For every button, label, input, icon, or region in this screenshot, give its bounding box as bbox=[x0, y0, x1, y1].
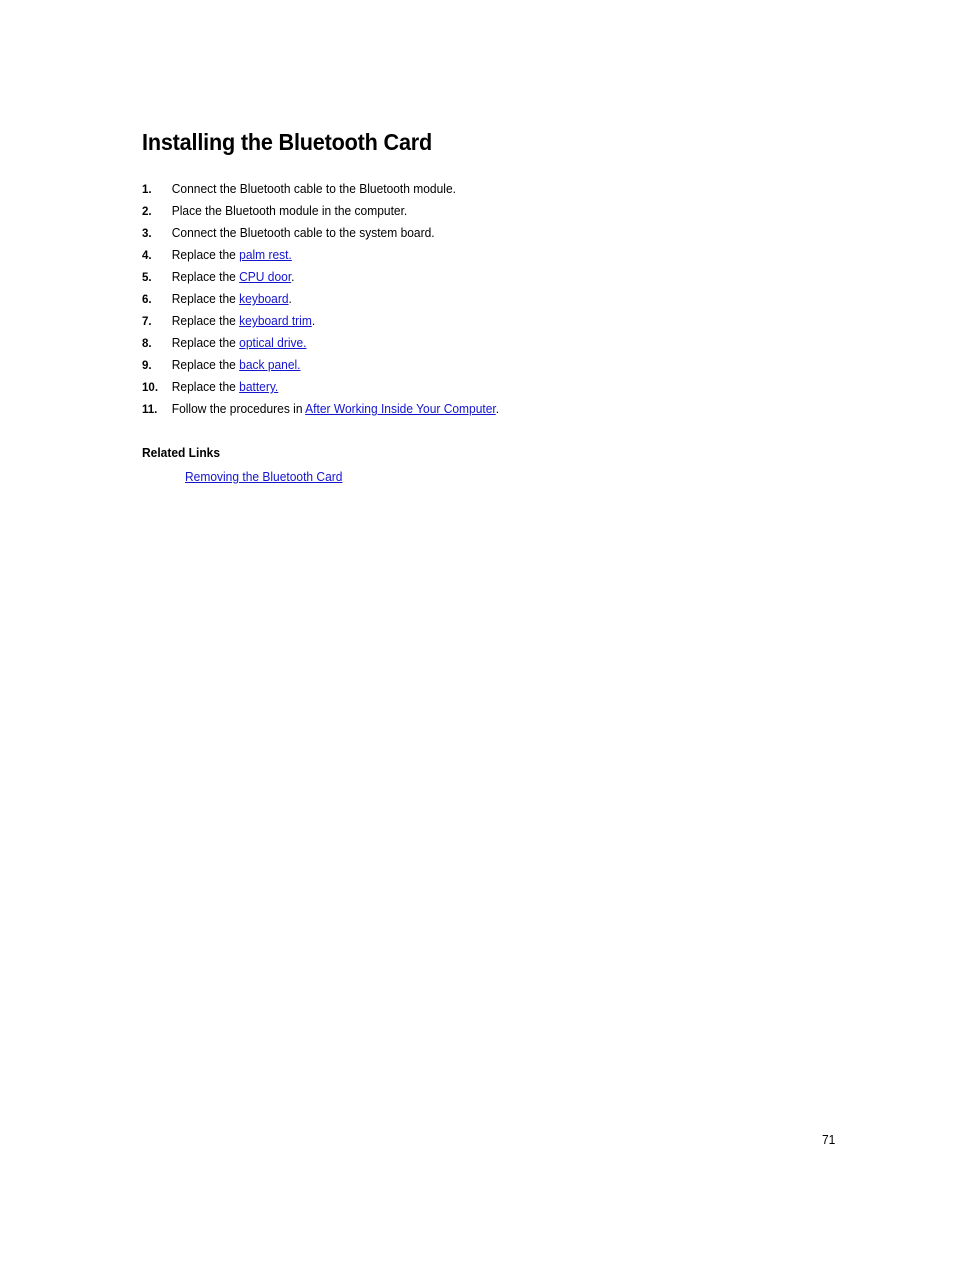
page-content: Installing the Bluetooth Card 1. Connect… bbox=[142, 128, 842, 487]
step-text-before: Place the Bluetooth module in the comput… bbox=[171, 204, 408, 218]
step-text: Replace the optical drive. bbox=[172, 332, 307, 354]
procedure-step: 4. Replace the palm rest. bbox=[142, 244, 814, 266]
step-number: 7. bbox=[142, 314, 152, 328]
procedure-step: 9. Replace the back panel. bbox=[142, 354, 814, 376]
step-text-before: Replace the bbox=[171, 358, 240, 372]
step-number: 4. bbox=[142, 248, 152, 262]
page-title: Installing the Bluetooth Card bbox=[142, 129, 433, 155]
step-link-palm-rest[interactable]: palm rest. bbox=[239, 248, 292, 262]
step-text-after: . bbox=[495, 402, 500, 416]
step-text: Follow the procedures in After Working I… bbox=[172, 398, 499, 420]
step-text-after: . bbox=[291, 270, 295, 284]
step-text: Replace the keyboard trim. bbox=[172, 310, 315, 332]
step-text-before: Connect the Bluetooth cable to the Bluet… bbox=[171, 182, 456, 196]
related-link-item: Removing the Bluetooth Card bbox=[185, 467, 816, 487]
procedure-step: 2. Place the Bluetooth module in the com… bbox=[142, 200, 814, 222]
step-link-back-panel[interactable]: back panel. bbox=[239, 358, 300, 372]
step-text-before: Follow the procedures in bbox=[171, 402, 306, 416]
step-link-battery[interactable]: battery. bbox=[239, 380, 278, 394]
procedure-step: 11. Follow the procedures in After Worki… bbox=[142, 398, 814, 420]
step-text-after: . bbox=[288, 292, 292, 306]
step-number: 9. bbox=[142, 358, 152, 372]
step-text-before: Replace the bbox=[171, 380, 240, 394]
step-link-cpu-door[interactable]: CPU door bbox=[239, 270, 291, 284]
procedure-step: 3. Connect the Bluetooth cable to the sy… bbox=[142, 222, 814, 244]
step-text-before: Replace the bbox=[171, 292, 240, 306]
procedure-step: 6. Replace the keyboard. bbox=[142, 288, 814, 310]
procedure-step-list: 1. Connect the Bluetooth cable to the Bl… bbox=[142, 178, 842, 420]
step-text-before: Connect the Bluetooth cable to the syste… bbox=[171, 226, 435, 240]
step-text-before: Replace the bbox=[171, 336, 240, 350]
related-links-list: Removing the Bluetooth Card bbox=[142, 467, 842, 487]
step-link-optical-drive[interactable]: optical drive. bbox=[239, 336, 306, 350]
step-text-before: Replace the bbox=[171, 314, 240, 328]
procedure-step: 8. Replace the optical drive. bbox=[142, 332, 814, 354]
procedure-step: 5. Replace the CPU door. bbox=[142, 266, 814, 288]
step-text: Replace the battery. bbox=[172, 376, 279, 398]
procedure-step: 10. Replace the battery. bbox=[142, 376, 814, 398]
step-link-keyboard-trim[interactable]: keyboard trim bbox=[239, 314, 312, 328]
step-text: Replace the back panel. bbox=[172, 354, 301, 376]
step-link-after-working-inside-your-computer[interactable]: After Working Inside Your Computer bbox=[305, 402, 496, 416]
page-number: 71 bbox=[822, 1133, 836, 1147]
step-number: 5. bbox=[142, 270, 152, 284]
related-links-heading: Related Links bbox=[142, 446, 221, 460]
document-page: Installing the Bluetooth Card 1. Connect… bbox=[0, 0, 954, 1268]
step-text-before: Replace the bbox=[171, 248, 240, 262]
step-number: 8. bbox=[142, 336, 152, 350]
step-text-after: . bbox=[311, 314, 316, 328]
step-number: 1. bbox=[142, 182, 152, 196]
procedure-step: 7. Replace the keyboard trim. bbox=[142, 310, 814, 332]
step-number: 11. bbox=[142, 402, 158, 416]
step-text: Connect the Bluetooth cable to the syste… bbox=[172, 222, 435, 244]
step-text: Replace the CPU door. bbox=[172, 266, 295, 288]
step-text: Connect the Bluetooth cable to the Bluet… bbox=[172, 178, 456, 200]
step-text-before: Replace the bbox=[171, 270, 240, 284]
step-number: 10. bbox=[142, 380, 159, 394]
related-link-removing-the-bluetooth-card[interactable]: Removing the Bluetooth Card bbox=[185, 470, 342, 484]
step-text: Place the Bluetooth module in the comput… bbox=[172, 200, 407, 222]
procedure-step: 1. Connect the Bluetooth cable to the Bl… bbox=[142, 178, 814, 200]
step-number: 6. bbox=[142, 292, 152, 306]
step-link-keyboard[interactable]: keyboard bbox=[239, 292, 288, 306]
step-text: Replace the keyboard. bbox=[172, 288, 292, 310]
step-number: 2. bbox=[142, 204, 152, 218]
step-text: Replace the palm rest. bbox=[172, 244, 292, 266]
step-number: 3. bbox=[142, 226, 152, 240]
